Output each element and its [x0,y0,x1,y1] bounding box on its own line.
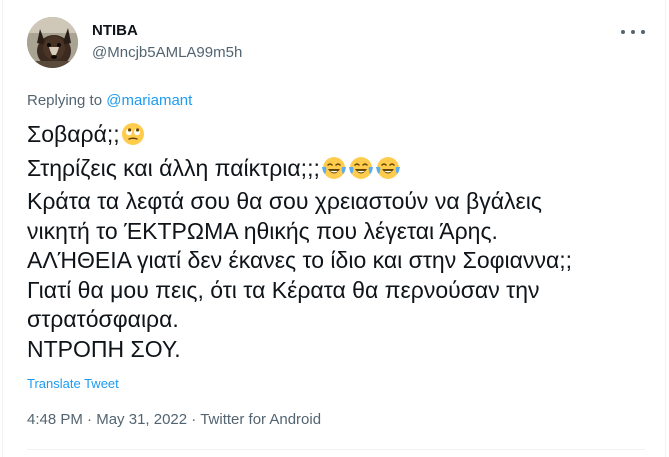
tweet-line: στρατόσφαιρα. [27,306,179,332]
face-with-tears-of-joy-icon [375,156,401,188]
tweet-line: Στηρίζεις και άλλη παίκτρια;;; [27,154,647,188]
replying-to: Replying to @mariamant [27,92,192,110]
separator: · [187,411,201,428]
face-with-tears-of-joy-icon [348,156,374,188]
dot [621,30,625,34]
tweet-metadata: 4:48 PM · May 31, 2022 · Twitter for And… [27,411,321,429]
tweet-source[interactable]: Twitter for Android [200,411,321,428]
tweet-line: Γιατί θα μου πεις, ότι τα Κέρατα θα περν… [27,276,540,303]
separator: · [82,411,97,428]
user-handle[interactable]: @Mncjb5AMLA99m5h [92,43,242,62]
translate-tweet-link[interactable]: Translate Tweet [27,376,119,392]
tweet-line-text: Στηρίζεις και άλλη παίκτρια;;; [27,154,320,181]
tweet-line: ΝΤΡΟΠΗ ΣΟΥ. [27,335,181,362]
author-names: NTIBA @Mncjb5AMLA99m5h [92,22,242,62]
dot [631,30,635,34]
face-with-tears-of-joy-icon [321,156,347,188]
tweet-date[interactable]: May 31, 2022 [96,411,187,428]
avatar[interactable] [27,17,78,68]
more-horizontal-icon[interactable] [621,22,645,42]
dot [641,30,645,34]
divider [27,449,645,450]
tweet-time[interactable]: 4:48 PM [27,411,83,428]
mention-link[interactable]: @mariamant [106,92,192,109]
replying-prefix: Replying to [27,92,107,109]
face-with-rolling-eyes-icon [121,122,145,154]
tweet-line: Κράτα τα λεφτά σου θα σου χρειαστούν να … [27,188,542,214]
display-name[interactable]: NTIBA [92,22,242,40]
tweet-line-text: Σοβαρά;; [27,121,120,147]
tweet-line: Σοβαρά;; [27,120,647,154]
tweet-text: Σοβαρά;; Στηρίζεις και άλλη παίκτρια;;; … [27,120,647,364]
dog-photo-avatar-icon [27,17,78,68]
tweet-line: νικητή το ΈΚΤΡΩΜΑ ηθικής που λέγεται Άρη… [27,217,498,244]
tweet-line: ΑΛΉΘΕΙΑ γιατί δεν έκανες το ίδιο και στη… [27,247,573,273]
tweet-card: NTIBA @Mncjb5AMLA99m5h Replying to @mari… [2,0,666,457]
